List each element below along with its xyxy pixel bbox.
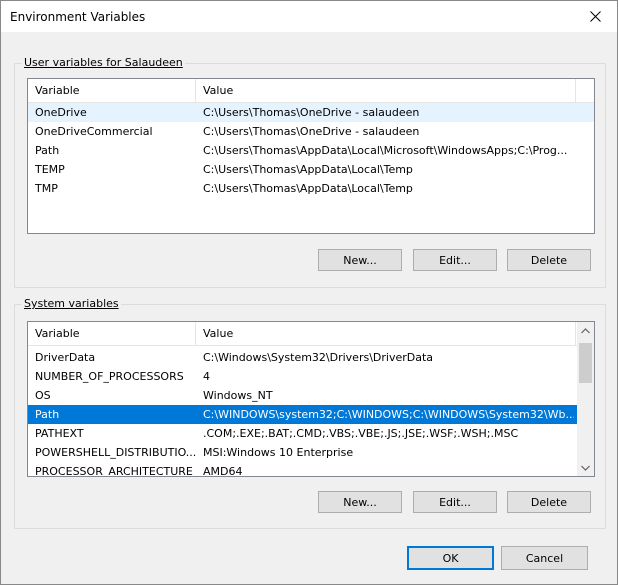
user-variables-label: User variables for Salaudeen (22, 56, 185, 69)
ok-button[interactable]: OK (407, 546, 494, 570)
variable-name: PROCESSOR_ARCHITECTURE (35, 465, 193, 477)
user-variables-list[interactable]: Variable Value OneDrive C:\Users\Thomas\… (27, 78, 595, 234)
variable-name: TEMP (35, 163, 65, 176)
window-title: Environment Variables (10, 10, 146, 24)
user-edit-button[interactable]: Edit... (413, 249, 497, 271)
user-delete-button[interactable]: Delete (507, 249, 591, 271)
user-variables-group: User variables for Salaudeen Variable Va… (14, 56, 606, 288)
close-button[interactable] (573, 1, 617, 32)
chevron-up-icon (581, 327, 590, 333)
variable-value: C:\Users\Thomas\AppData\Local\Temp (203, 182, 413, 195)
title-bar: Environment Variables (1, 1, 617, 32)
variable-name: OneDriveCommercial (35, 125, 153, 138)
variable-value: 4 (203, 370, 210, 383)
system-delete-button[interactable]: Delete (507, 491, 591, 513)
variable-value: .COM;.EXE;.BAT;.CMD;.VBS;.VBE;.JS;.JSE;.… (203, 427, 519, 440)
system-variables-list[interactable]: Variable Value DriverData C:\Windows\Sys… (27, 321, 595, 477)
variable-name: TMP (35, 182, 58, 195)
variable-name: Path (35, 144, 60, 157)
table-row[interactable]: OneDrive C:\Users\Thomas\OneDrive - sala… (28, 103, 594, 122)
variable-value: C:\WINDOWS\system32;C:\WINDOWS;C:\WINDOW… (203, 408, 574, 421)
variable-value: C:\Users\Thomas\OneDrive - salaudeen (203, 106, 420, 119)
table-row[interactable]: PATHEXT .COM;.EXE;.BAT;.CMD;.VBS;.VBE;.J… (28, 424, 594, 443)
table-row[interactable]: OS Windows_NT (28, 386, 594, 405)
scroll-up-button[interactable] (577, 322, 594, 339)
column-header-value[interactable]: Value (196, 79, 576, 102)
variable-name: DriverData (35, 351, 96, 364)
close-icon (589, 11, 601, 22)
variable-name: POWERSHELL_DISTRIBUTIO... (35, 446, 196, 459)
user-list-header: Variable Value (28, 79, 594, 103)
column-header-variable[interactable]: Variable (28, 322, 196, 345)
environment-variables-dialog: Environment Variables User variables for… (0, 0, 618, 585)
table-row[interactable]: Path C:\Users\Thomas\AppData\Local\Micro… (28, 141, 594, 160)
variable-value: C:\Users\Thomas\OneDrive - salaudeen (203, 125, 420, 138)
system-edit-button[interactable]: Edit... (413, 491, 497, 513)
column-header-value[interactable]: Value (196, 322, 576, 345)
vertical-scrollbar[interactable] (577, 322, 594, 476)
system-new-button[interactable]: New... (318, 491, 402, 513)
variable-value: Windows_NT (203, 389, 273, 402)
table-row[interactable]: TEMP C:\Users\Thomas\AppData\Local\Temp (28, 160, 594, 179)
column-header-variable[interactable]: Variable (28, 79, 196, 102)
variable-value: AMD64 (203, 465, 243, 477)
table-row[interactable]: NUMBER_OF_PROCESSORS 4 (28, 367, 594, 386)
variable-value: MSI:Windows 10 Enterprise (203, 446, 354, 459)
system-variables-label: System variables (22, 297, 121, 310)
variable-name: NUMBER_OF_PROCESSORS (35, 370, 184, 383)
scrollbar-thumb[interactable] (579, 343, 592, 383)
variable-name: PATHEXT (35, 427, 84, 440)
variable-name: OS (35, 389, 51, 402)
variable-value: C:\Windows\System32\Drivers\DriverData (203, 351, 434, 364)
variable-name: Path (35, 408, 60, 421)
scroll-down-button[interactable] (577, 459, 594, 476)
variable-value: C:\Users\Thomas\AppData\Local\Microsoft\… (203, 144, 568, 157)
table-row[interactable]: PROCESSOR_ARCHITECTURE AMD64 (28, 462, 594, 477)
user-new-button[interactable]: New... (318, 249, 402, 271)
chevron-down-icon (581, 465, 590, 471)
table-row[interactable]: TMP C:\Users\Thomas\AppData\Local\Temp (28, 179, 594, 198)
cancel-button[interactable]: Cancel (501, 546, 588, 570)
table-row[interactable]: DriverData C:\Windows\System32\Drivers\D… (28, 348, 594, 367)
table-row[interactable]: OneDriveCommercial C:\Users\Thomas\OneDr… (28, 122, 594, 141)
table-row[interactable]: POWERSHELL_DISTRIBUTIO... MSI:Windows 10… (28, 443, 594, 462)
table-row-selected[interactable]: Path C:\WINDOWS\system32;C:\WINDOWS;C:\W… (28, 405, 594, 424)
system-variables-group: System variables Variable Value DriverDa… (14, 297, 606, 529)
system-list-header: Variable Value (28, 322, 594, 346)
variable-value: C:\Users\Thomas\AppData\Local\Temp (203, 163, 413, 176)
variable-name: OneDrive (35, 106, 87, 119)
